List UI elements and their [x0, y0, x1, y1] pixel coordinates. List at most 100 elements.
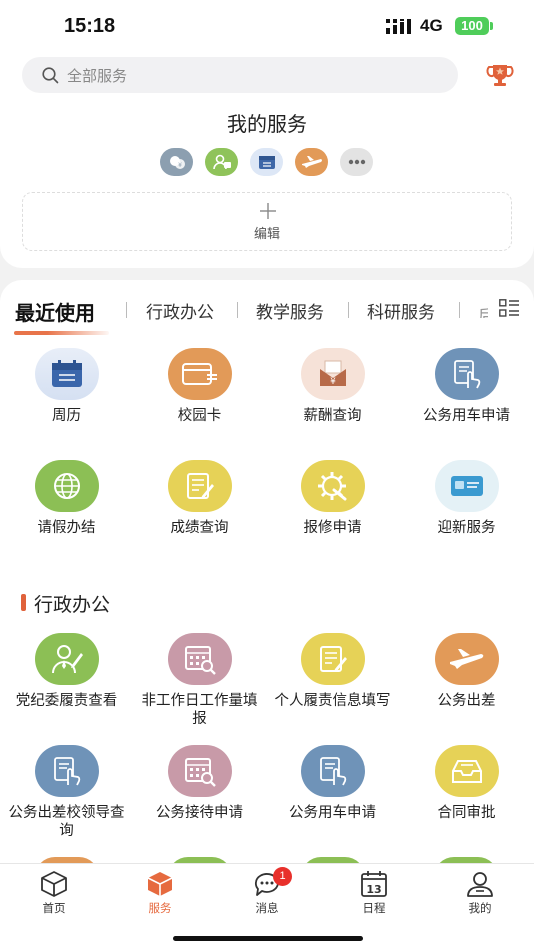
service-label: 公务用车申请: [423, 408, 510, 424]
tab-divider: [348, 302, 349, 318]
status-bar: 15:18 4G 100: [0, 0, 534, 52]
tab-teaching[interactable]: 教学服务: [256, 298, 324, 323]
tab-divider: [237, 302, 238, 318]
service-label: 非工作日工作量填报: [141, 693, 258, 727]
service-label: 报修申请: [303, 520, 362, 536]
welcome-card-icon: [434, 460, 499, 512]
grades-icon: [167, 460, 232, 512]
vehicle-request-icon: [300, 745, 365, 797]
workload-calendar-icon: [167, 633, 232, 685]
service-label: 请假办结: [37, 520, 96, 536]
service-label: 迎新服务: [437, 520, 496, 536]
service-tile[interactable]: 报修申请: [266, 460, 399, 537]
search-icon: [42, 67, 59, 84]
home-indicator[interactable]: [173, 936, 363, 941]
battery-tip: [490, 22, 493, 30]
bottom-tab-bar: 首页 服务 1 消息 13 日程 我的: [0, 863, 534, 950]
vehicle-request-icon: [434, 348, 499, 400]
plus-icon: [260, 203, 276, 219]
calendar-shortcut-icon[interactable]: [250, 148, 283, 176]
duty-form-icon: [300, 633, 365, 685]
service-tile[interactable]: 公务用车申请: [400, 348, 533, 425]
inbox-tray-icon: [434, 745, 499, 797]
service-label: 个人履责信息填写: [274, 693, 391, 709]
network-type: 4G: [420, 16, 443, 35]
salary-icon: ¥: [300, 348, 365, 400]
tab-label: 服务: [148, 903, 172, 915]
profile-shortcut-icon[interactable]: [205, 148, 238, 176]
my-services-title: 我的服务: [227, 114, 307, 136]
tab-research[interactable]: 科研服务: [367, 298, 435, 323]
airplane-icon: [434, 633, 499, 685]
tab-profile[interactable]: 我的: [440, 870, 520, 916]
service-tile[interactable]: 请假办结: [0, 460, 133, 537]
service-label: 公务接待申请: [156, 805, 243, 821]
service-label: 公务用车申请: [289, 805, 376, 821]
active-tab-indicator: [14, 331, 109, 335]
svg-text:¥: ¥: [330, 377, 336, 387]
edit-label: 编辑: [253, 226, 280, 241]
service-tile[interactable]: 个人履责信息填写: [266, 633, 399, 710]
status-time: 15:18: [64, 15, 116, 37]
top-card: 全部服务 我的服务 ¥ 编辑: [0, 52, 534, 268]
service-label: 薪酬查询: [303, 408, 362, 424]
tab-label: 日程: [362, 903, 386, 915]
search-placeholder: 全部服务: [67, 68, 128, 85]
service-tile[interactable]: 周历: [0, 348, 133, 425]
service-label: 公务出差: [437, 693, 496, 709]
service-tile[interactable]: 非工作日工作量填报: [133, 633, 266, 728]
more-icon[interactable]: [340, 148, 373, 176]
service-label: 周历: [52, 408, 81, 424]
tab-recent[interactable]: 最近使用: [15, 297, 95, 326]
edit-services-button[interactable]: 编辑: [22, 192, 512, 251]
category-tabs: 最近使用 行政办公 教学服务 科研服务 后: [0, 280, 534, 338]
service-tile[interactable]: ¥ 薪酬查询: [266, 348, 399, 425]
search-input[interactable]: 全部服务: [22, 57, 458, 93]
travel-shortcut-icon[interactable]: [295, 148, 328, 176]
svg-text:13: 13: [366, 883, 381, 896]
services-cube-icon: [147, 872, 173, 896]
section-title: 行政办公: [34, 595, 111, 616]
globe-icon: [34, 460, 99, 512]
finance-shortcut-icon[interactable]: ¥: [160, 148, 193, 176]
service-tile[interactable]: 公务出差校领导查询: [0, 745, 133, 840]
calendar-13-icon: 13: [361, 871, 387, 897]
tab-divider: [459, 302, 460, 318]
section-marker: [21, 594, 26, 611]
campus-card-icon: [167, 348, 232, 400]
category-list-icon[interactable]: [499, 299, 520, 318]
trophy-icon[interactable]: [486, 61, 514, 89]
tab-messages[interactable]: 1 消息: [227, 867, 307, 916]
reception-calendar-icon: [167, 745, 232, 797]
party-duty-icon: [34, 633, 99, 685]
tab-schedule[interactable]: 13 日程: [334, 870, 414, 916]
calendar-icon: [34, 348, 99, 400]
message-badge: 1: [273, 867, 292, 886]
signal-icon: [386, 19, 411, 34]
tab-home[interactable]: 首页: [14, 870, 94, 916]
repair-gear-icon: [300, 460, 365, 512]
services-panel: 最近使用 行政办公 教学服务 科研服务 后 周历 校园卡 ¥ 薪酬查询 公务用车…: [0, 280, 534, 864]
service-tile[interactable]: 迎新服务: [400, 460, 533, 537]
tab-admin[interactable]: 行政办公: [146, 298, 214, 323]
battery-icon: 100: [455, 17, 489, 35]
tab-services[interactable]: 服务: [120, 870, 200, 916]
service-tile[interactable]: 合同审批: [400, 745, 533, 822]
user-icon: [467, 872, 493, 897]
service-tile[interactable]: 公务出差: [400, 633, 533, 710]
leader-query-icon: [34, 745, 99, 797]
service-label: 党纪委履责查看: [15, 693, 118, 709]
home-cube-icon: [41, 871, 67, 897]
tab-label: 首页: [42, 903, 66, 915]
tab-label: 消息: [255, 903, 279, 915]
svg-text:¥: ¥: [178, 162, 182, 169]
service-tile[interactable]: 公务用车申请: [266, 745, 399, 822]
service-label: 校园卡: [177, 408, 222, 424]
tab-label: 我的: [468, 903, 492, 915]
tab-overflow-hint: 后: [478, 307, 488, 318]
service-tile[interactable]: 校园卡: [133, 348, 266, 425]
service-tile[interactable]: 公务接待申请: [133, 745, 266, 822]
service-tile[interactable]: 成绩查询: [133, 460, 266, 537]
service-tile[interactable]: 党纪委履责查看: [0, 633, 133, 710]
my-services-icons: ¥: [160, 148, 373, 176]
